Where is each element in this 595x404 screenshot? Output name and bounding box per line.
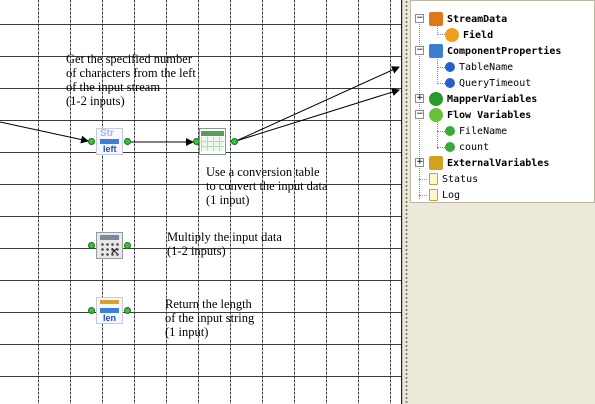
tree-item-flow-variables[interactable]: Flow Variables [429, 107, 531, 123]
variable-icon [445, 142, 455, 152]
tree-line [437, 67, 445, 68]
tree-item-table-name[interactable]: TableName [445, 59, 513, 75]
node-table-desc-line: Use a conversion table [206, 165, 320, 179]
node-len-desc-line: (1 input) [165, 325, 209, 339]
tree-item-field[interactable]: Field [445, 27, 493, 43]
splitter-grip [405, 0, 408, 404]
tree-item-log[interactable]: Log [429, 187, 461, 202]
node-len-desc-line: of the input string [165, 311, 255, 325]
tree-item-label: ComponentProperties [447, 45, 562, 57]
node-left-description: Get the specified number of characters f… [66, 52, 196, 108]
node-left-desc-line: (1-2 inputs) [66, 94, 125, 108]
table-icon-grid [201, 137, 224, 151]
node-multiply-desc-line: Multiply the input data [167, 230, 282, 244]
tree-item-status[interactable]: Status [429, 171, 478, 187]
node-multiply-output-port[interactable] [124, 242, 131, 249]
document-icon [429, 173, 438, 185]
node-table-desc-line: (1 input) [206, 193, 250, 207]
calculator-icon[interactable]: × [96, 232, 123, 259]
property-icon [445, 62, 455, 72]
connection-in-left[interactable] [0, 121, 89, 144]
panel-splitter[interactable] [402, 0, 410, 404]
tree-item-external-variables[interactable]: ExternalVariables [429, 155, 549, 171]
tree-item-label: Log [442, 189, 461, 201]
node-table-description: Use a conversion table to convert the in… [206, 165, 328, 207]
tree-item-label: MapperVariables [447, 93, 538, 105]
tree-item-label: QueryTimeout [459, 77, 532, 89]
tree-item-label: Flow Variables [447, 109, 532, 121]
connection-table-out-2[interactable] [235, 88, 400, 142]
expander-flow-variables[interactable]: − [415, 110, 424, 119]
node-left-desc-line: Get the specified number [66, 52, 192, 66]
node-len-desc-line: Return the length [165, 297, 252, 311]
expander-mapper-variables[interactable]: + [415, 94, 424, 103]
node-table-desc-line: to convert the input data [206, 179, 328, 193]
conversion-table-icon[interactable] [199, 128, 226, 155]
node-left-desc-line: of characters from the left [66, 66, 196, 80]
puzzle-icon [429, 44, 443, 58]
tree-item-stream-data[interactable]: StreamData [429, 11, 507, 27]
tree-line [437, 57, 438, 84]
tree-item-label: Status [442, 173, 479, 185]
str-left-icon-text: left [103, 144, 117, 154]
mapper-variables-icon [429, 92, 443, 106]
tree-item-label: StreamData [447, 13, 508, 25]
field-icon [445, 28, 459, 42]
node-len-input-port[interactable] [88, 307, 95, 314]
variable-icon [445, 126, 455, 136]
tree-line [437, 131, 445, 132]
document-icon [429, 189, 438, 201]
tree-item-label: Field [463, 29, 494, 41]
calculator-icon-x: × [110, 246, 119, 257]
tree-item-component-properties[interactable]: ComponentProperties [429, 43, 561, 59]
node-left-desc-line: of the input stream [66, 80, 161, 94]
calculator-icon-screen [100, 235, 119, 240]
node-multiply-desc-line: (1-2 inputs) [167, 244, 226, 258]
str-len-icon-text: len [103, 313, 117, 323]
external-variables-icon [429, 156, 443, 170]
expander-stream-data[interactable]: − [415, 14, 424, 23]
tree-line [437, 83, 445, 84]
tree-item-file-name[interactable]: FileName [445, 123, 507, 139]
tree-item-query-timeout[interactable]: QueryTimeout [445, 75, 531, 91]
tree-line [437, 34, 445, 35]
connection-table-out-1[interactable] [235, 66, 400, 142]
str-len-icon-top [100, 300, 119, 304]
node-table-output-port[interactable] [231, 138, 238, 145]
connection-lines [0, 66, 400, 146]
stream-data-icon [429, 12, 443, 26]
tree-item-label: FileName [459, 125, 508, 137]
tree-item-label: ExternalVariables [447, 157, 550, 169]
expander-component-properties[interactable]: − [415, 46, 424, 55]
node-multiply-description: Multiply the input data (1-2 inputs) [167, 230, 282, 258]
node-left-input-port[interactable] [88, 138, 95, 145]
node-multiply-input-port[interactable] [88, 242, 95, 249]
tree-item-label: count [459, 141, 490, 153]
node-len-description: Return the length of the input string (1… [165, 297, 254, 339]
table-icon-header [201, 131, 224, 136]
str-left-icon[interactable]: Str left [96, 128, 123, 155]
expander-external-variables[interactable]: + [415, 158, 424, 167]
tree-item-label: TableName [459, 61, 514, 73]
tree-item-mapper-variables[interactable]: MapperVariables [429, 91, 537, 107]
tree-line [419, 195, 427, 196]
tree-item-count[interactable]: count [445, 139, 489, 155]
tree-line [419, 179, 427, 180]
node-len-output-port[interactable] [124, 307, 131, 314]
tree-line [437, 122, 438, 149]
property-icon [445, 78, 455, 88]
variables-tree-panel: − − + − + StreamData Field ComponentProp… [410, 0, 595, 404]
str-left-icon-top-text: Str [100, 128, 114, 139]
variables-tree[interactable]: − − + − + StreamData Field ComponentProp… [410, 0, 595, 203]
str-len-icon[interactable]: len [96, 297, 123, 324]
node-left-output-port[interactable] [124, 138, 131, 145]
tree-line [437, 147, 445, 148]
flow-variables-icon [429, 108, 443, 122]
